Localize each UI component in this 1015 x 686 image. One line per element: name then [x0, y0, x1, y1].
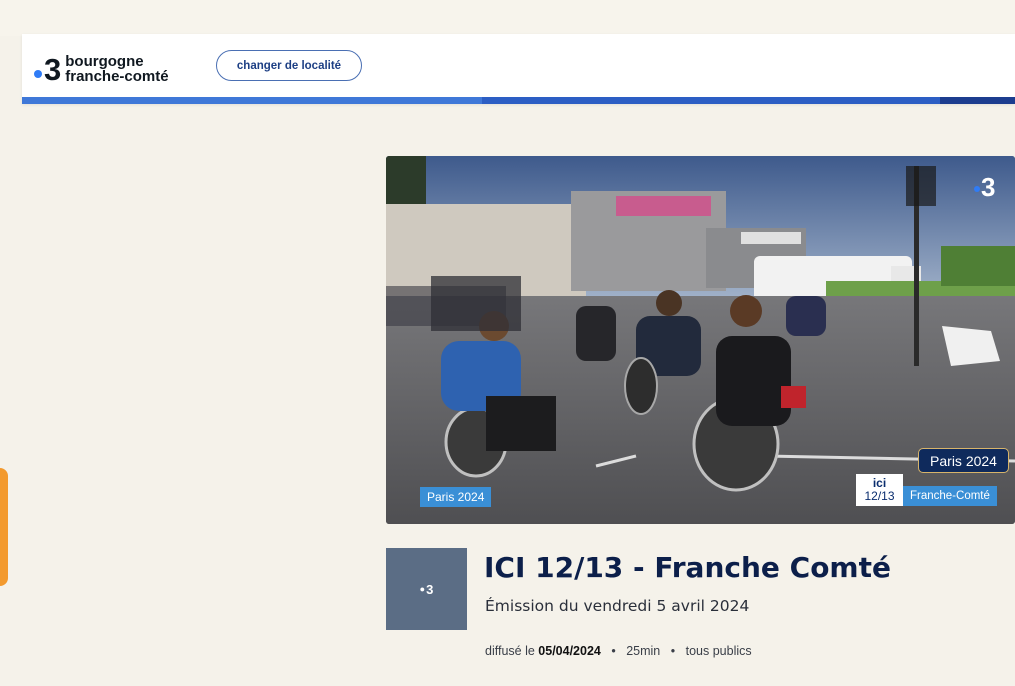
meta-duration: 25min [626, 644, 661, 658]
top-strip [0, 0, 1015, 36]
channel-watermark: 3 [974, 174, 995, 200]
logo-dot-icon [34, 70, 42, 78]
france3-logo[interactable]: 3 bourgogne franche-comté [34, 51, 169, 87]
logo-region: bourgogne franche-comté [65, 54, 168, 84]
program-subtitle: Émission du vendredi 5 avril 2024 [485, 597, 750, 615]
logo-number: 3 [44, 51, 62, 87]
header-bar-segment-light [22, 97, 482, 104]
program-thumbnail[interactable]: ● 3 [386, 548, 467, 630]
meta-audience: tous publics [685, 644, 752, 658]
meta-prefix: diffusé le [485, 644, 535, 658]
meta-separator: • [611, 644, 616, 658]
paris-2024-badge: Paris 2024 [918, 448, 1009, 473]
header-color-bar [22, 97, 1015, 104]
header-bar-segment-dark [940, 97, 1015, 104]
side-accent-tab[interactable] [0, 468, 8, 586]
watermark-dot-icon [974, 186, 980, 193]
site-header: 3 bourgogne franche-comté changer de loc… [22, 34, 1015, 104]
ici-badge-line1: ici [872, 476, 887, 490]
meta-separator: • [670, 644, 676, 658]
channel-watermark-number: 3 [981, 172, 996, 202]
thumbnail-label: 3 [426, 581, 434, 597]
ici-1213-badge: ici 12/13 [856, 474, 903, 506]
ici-badge-line2: 12/13 [864, 489, 895, 503]
program-title: ICI 12/13 - Franche Comté [484, 551, 891, 584]
logo-region-line2: franche-comté [65, 68, 169, 85]
video-player[interactable]: 3 Paris 2024 Paris 2024 ici 12/13 Franch… [386, 156, 1015, 524]
meta-date: 05/04/2024 [538, 644, 601, 658]
thumbnail-dot-icon: ● [419, 584, 426, 594]
logo-region-line1: bourgogne [65, 53, 144, 70]
change-location-button[interactable]: changer de localité [216, 50, 362, 81]
video-tag-region: Franche-Comté [903, 486, 997, 506]
program-meta: diffusé le 05/04/2024 • 25min • tous pub… [485, 644, 752, 658]
video-tag-paris-2024: Paris 2024 [420, 487, 492, 507]
